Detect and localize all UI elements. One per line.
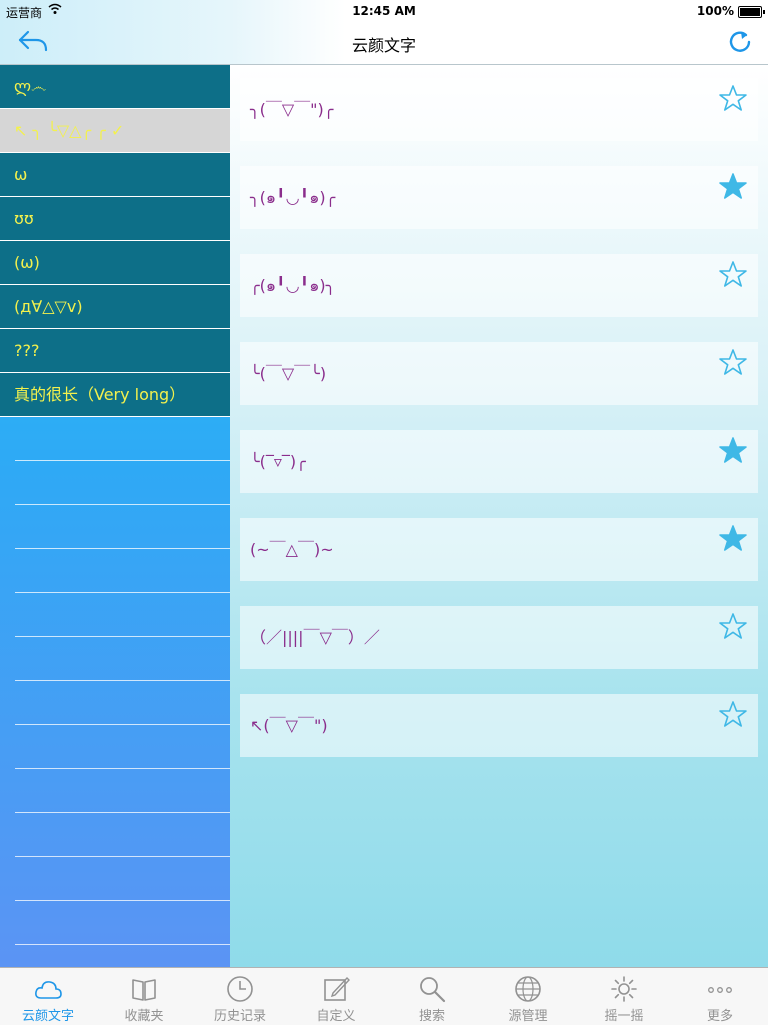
kaomoji-card[interactable]: (~￣△￣)~: [240, 518, 758, 581]
sidebar-empty-row: [15, 813, 230, 857]
tab-item[interactable]: 历史记录: [192, 968, 288, 1025]
tab-item[interactable]: 更多: [672, 968, 768, 1025]
tab-label: 源管理: [508, 1009, 548, 1024]
star-outline-icon[interactable]: [718, 700, 748, 730]
refresh-icon: [729, 31, 751, 52]
sidebar-empty-row: [15, 637, 230, 681]
category-sidebar[interactable]: ლ෴ ↖ ╮ ╰▽△╭ ╭ ✓ ω ʊʊ (ω) (д∀△▽v)??? 真的很长（Very …: [0, 65, 230, 967]
sidebar-item-label: ω: [14, 165, 28, 184]
sidebar-empty-row: [15, 945, 230, 967]
tab-item[interactable]: 搜索: [384, 968, 480, 1025]
star-outline-icon[interactable]: [718, 348, 748, 378]
sidebar-item-label: 真的很长（Very long）: [14, 385, 186, 404]
sidebar-item[interactable]: ʊʊ: [0, 197, 230, 241]
kaomoji-text: ╭(๑╹◡╹๑)╮: [250, 276, 336, 295]
sidebar-empty-row: [15, 549, 230, 593]
star-filled-icon[interactable]: [718, 524, 748, 554]
kaomoji-text: ↖(￣▽￣"): [250, 716, 328, 735]
kaomoji-text: (~￣△￣)~: [250, 540, 334, 559]
sidebar-empty-row: [15, 505, 230, 549]
search-icon: [417, 974, 447, 1004]
kaomoji-text: ╰(‾▿‾)╭: [250, 452, 306, 471]
sidebar-item-label: (д∀△▽v): [14, 297, 83, 316]
kaomoji-card[interactable]: ╮(๑╹◡╹๑)╭: [240, 166, 758, 229]
star-outline-icon[interactable]: [718, 612, 748, 642]
sidebar-item-label: ↖ ╮ ╰▽△╭ ╭ ✓: [14, 121, 125, 140]
status-bar: 运营商 12:45 AM 100%: [0, 0, 768, 22]
more-icon: [705, 974, 735, 1004]
tab-label: 收藏夹: [124, 1009, 164, 1024]
star-outline-icon[interactable]: [718, 84, 748, 114]
sidebar-item-label: ???: [14, 341, 40, 360]
sidebar-empty-row: [15, 593, 230, 637]
tab-item[interactable]: 云颜文字: [0, 968, 96, 1025]
page-title: 云颜文字: [351, 36, 416, 55]
sidebar-item-label: ʊʊ: [14, 209, 34, 228]
kaomoji-list[interactable]: ╮(￣▽￣")╭ ╮(๑╹◡╹๑)╭ ╭(๑╹◡╹๑)╮ ╰(￣▽￣╰) ╰(‾▿‾)╭…: [230, 65, 768, 967]
tab-item[interactable]: 收藏夹: [96, 968, 192, 1025]
kaomoji-text: ╮(๑╹◡╹๑)╭: [250, 188, 336, 207]
sidebar-empty-row: [15, 725, 230, 769]
sidebar-item[interactable]: ლ෴: [0, 65, 230, 109]
refresh-button[interactable]: [726, 28, 754, 56]
tab-item[interactable]: 自定义: [288, 968, 384, 1025]
star-filled-icon[interactable]: [718, 172, 748, 202]
tab-item[interactable]: 摇一摇: [576, 968, 672, 1025]
tab-label: 历史记录: [213, 1009, 266, 1024]
sidebar-item[interactable]: 真的很长（Very long）: [0, 373, 230, 417]
kaomoji-card[interactable]: ╭(๑╹◡╹๑)╮: [240, 254, 758, 317]
tab-label: 更多: [706, 1009, 733, 1024]
clock: 12:45 AM: [352, 4, 416, 18]
kaomoji-card[interactable]: （／||||￣▽￣）／: [240, 606, 758, 669]
kaomoji-card[interactable]: ↖(￣▽￣"): [240, 694, 758, 757]
sidebar-item[interactable]: (д∀△▽v): [0, 285, 230, 329]
globe-icon: [513, 974, 543, 1004]
sidebar-empty-row: [15, 681, 230, 725]
star-outline-icon[interactable]: [718, 260, 748, 290]
tab-label: 搜索: [418, 1009, 445, 1024]
book-icon: [129, 974, 159, 1004]
sidebar-item[interactable]: ???: [0, 329, 230, 373]
sidebar-empty-row: [15, 461, 230, 505]
sidebar-empty-row: [15, 417, 230, 461]
kaomoji-card[interactable]: ╮(￣▽￣")╭: [240, 78, 758, 141]
tab-bar: 云颜文字 收藏夹 历史记录 自定义 搜索 源管理 摇一摇 更多: [0, 967, 768, 1025]
kaomoji-text: （／||||￣▽￣）／: [250, 628, 380, 647]
sidebar-item[interactable]: ↖ ╮ ╰▽△╭ ╭ ✓: [0, 109, 230, 153]
kaomoji-text: ╰(￣▽￣╰): [250, 364, 327, 383]
tab-label: 摇一摇: [604, 1009, 644, 1024]
star-filled-icon[interactable]: [718, 436, 748, 466]
sidebar-item-label: ლ෴: [14, 77, 47, 96]
battery-icon: [738, 6, 765, 18]
tab-label: 自定义: [316, 1009, 356, 1024]
cloud-icon: [33, 974, 63, 1004]
sidebar-empty-row: [15, 769, 230, 813]
clock-icon: [225, 974, 255, 1004]
sidebar-empty-row: [15, 901, 230, 945]
edit-icon: [321, 974, 351, 1004]
kaomoji-text: ╮(￣▽￣")╭: [250, 100, 334, 119]
battery-percentage: 100%: [696, 4, 734, 18]
tab-label: 云颜文字: [21, 1009, 74, 1024]
sidebar-item[interactable]: ω: [0, 153, 230, 197]
kaomoji-card[interactable]: ╰(‾▿‾)╭: [240, 430, 758, 493]
tab-item[interactable]: 源管理: [480, 968, 576, 1025]
sun-icon: [609, 974, 639, 1004]
sidebar-item-label: (ω): [14, 253, 40, 272]
sidebar-empty-row: [15, 857, 230, 901]
sidebar-item[interactable]: (ω): [0, 241, 230, 285]
kaomoji-card[interactable]: ╰(￣▽￣╰): [240, 342, 758, 405]
